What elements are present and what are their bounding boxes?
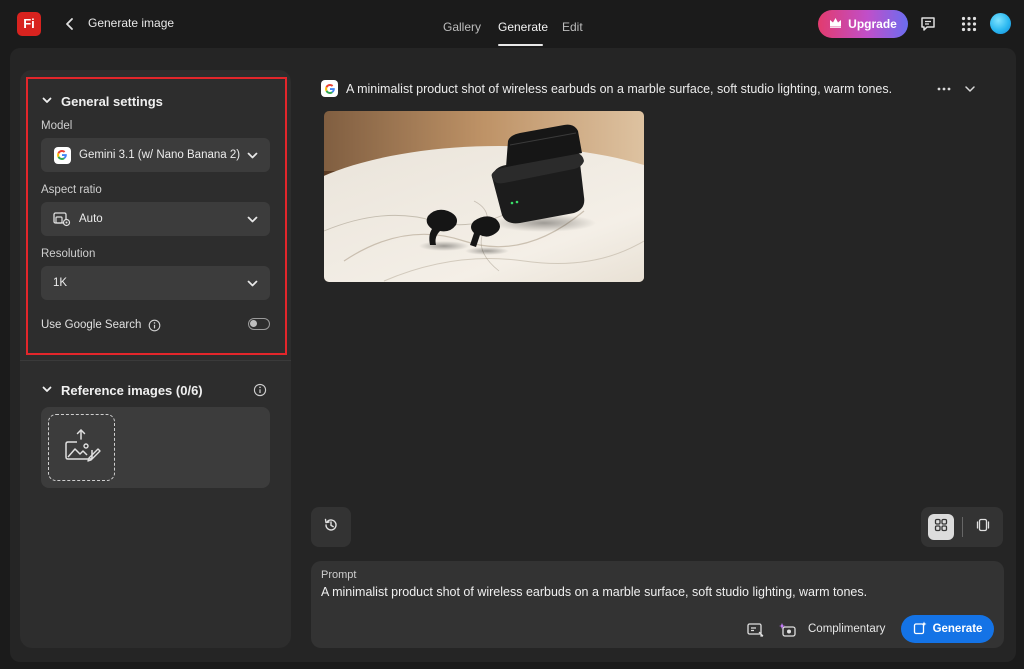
generated-image[interactable] [324,111,644,282]
reference-images-area [41,407,270,488]
tab-gallery[interactable]: Gallery [443,20,481,34]
grid-view-icon [934,518,948,537]
aspect-ratio-select[interactable]: Auto [41,202,270,236]
panel-divider [20,360,291,361]
app-logo[interactable]: Fi [17,12,41,36]
grid-view-button[interactable] [928,514,954,540]
google-search-label: Use Google Search [41,319,142,331]
reference-images-header[interactable]: Reference images (0/6) [41,383,203,398]
result-prompt-text: A minimalist product shot of wireless ea… [346,81,893,96]
reference-images-title: Reference images (0/6) [61,383,203,398]
info-icon[interactable] [253,383,267,397]
back-arrow-icon[interactable] [60,14,80,34]
model-label: Model [41,120,73,132]
history-icon [323,517,339,538]
google-search-toggle[interactable] [248,318,270,330]
prompt-input[interactable]: A minimalist product shot of wireless ea… [321,585,867,599]
single-view-button[interactable] [970,514,996,540]
chevron-down-icon [246,277,259,290]
page-title: Generate image [88,16,175,30]
credits-label: Complimentary [808,623,886,635]
prompt-box[interactable]: Prompt A minimalist product shot of wire… [311,561,1004,648]
top-bar: Fi Generate image Gallery Generate Edit … [0,0,1024,48]
crown-icon [829,17,842,31]
style-reference-icon[interactable] [746,621,764,639]
generate-button[interactable]: Generate [901,615,994,643]
view-toggle-group [921,507,1003,547]
tab-edit[interactable]: Edit [562,20,583,34]
upload-reference-button[interactable] [48,414,115,481]
google-icon [321,80,338,97]
upload-image-icon [63,428,101,467]
generate-icon [913,621,927,638]
resolution-select[interactable]: 1K [41,266,270,300]
view-divider [962,517,963,537]
general-settings-header[interactable]: General settings [41,94,163,109]
apps-grid-icon[interactable] [957,12,981,36]
chevron-down-icon [246,213,259,226]
upgrade-label: Upgrade [848,17,897,31]
chevron-down-icon [41,383,53,398]
active-tab-indicator [498,44,543,46]
generate-label: Generate [932,623,983,635]
aspect-ratio-value: Auto [79,213,103,225]
feedback-icon[interactable] [916,12,940,36]
chevron-down-icon [41,94,53,109]
history-button[interactable] [311,507,351,547]
collapse-chevron-icon[interactable] [963,82,977,96]
chevron-down-icon [246,149,259,162]
upgrade-button[interactable]: Upgrade [818,10,908,38]
aspect-ratio-icon [53,210,71,228]
general-settings-title: General settings [61,94,163,109]
resolution-label: Resolution [41,248,96,260]
google-search-row: Use Google Search [41,317,270,333]
aspect-ratio-label: Aspect ratio [41,184,102,196]
tab-generate[interactable]: Generate [498,20,548,34]
model-value: Gemini 3.1 (w/ Nano Banana 2) [79,149,241,161]
credits-icon[interactable] [779,621,797,639]
result-prompt-row: A minimalist product shot of wireless ea… [321,80,892,97]
avatar[interactable] [990,13,1011,34]
info-icon[interactable] [148,319,161,332]
more-options-icon[interactable] [934,82,954,96]
model-select[interactable]: Gemini 3.1 (w/ Nano Banana 2) [41,138,270,172]
prompt-label: Prompt [321,569,357,581]
google-icon [53,146,71,164]
resolution-value: 1K [53,277,68,289]
single-view-icon [976,518,990,537]
